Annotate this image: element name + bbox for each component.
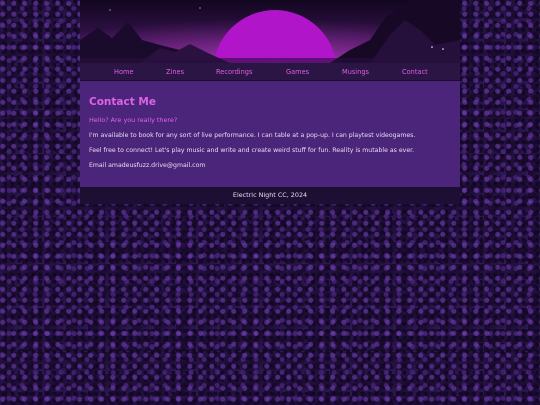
footer-text: Electric Night CC, 2024 — [232, 191, 308, 199]
nav-item-home[interactable]: Home — [114, 68, 133, 76]
page-subtitle: Hello? Are you really there? — [89, 116, 178, 124]
header-banner — [80, 0, 460, 63]
nav-item-recordings[interactable]: Recordings — [216, 68, 252, 76]
page-container: Home Zines Recordings Games Musings Cont… — [80, 0, 460, 204]
connect-paragraph: Feel free to connect! Let's play music a… — [89, 147, 415, 154]
email-paragraph: Email amadeusfuzz.drive@gmail.com — [89, 162, 206, 169]
footer: Electric Night CC, 2024 — [80, 187, 460, 204]
page-title: Contact Me — [89, 96, 156, 108]
nav-item-games[interactable]: Games — [286, 68, 309, 76]
nav-item-contact[interactable]: Contact — [402, 68, 428, 76]
booking-paragraph: I'm available to book for any sort of li… — [89, 132, 416, 139]
nav-item-zines[interactable]: Zines — [166, 68, 184, 76]
main-nav: Home Zines Recordings Games Musings Cont… — [80, 63, 460, 80]
synthwave-sun-banner-image — [80, 0, 460, 63]
nav-item-musings[interactable]: Musings — [342, 68, 369, 76]
contact-content: Contact Me Hello? Are you really there? … — [80, 80, 460, 187]
